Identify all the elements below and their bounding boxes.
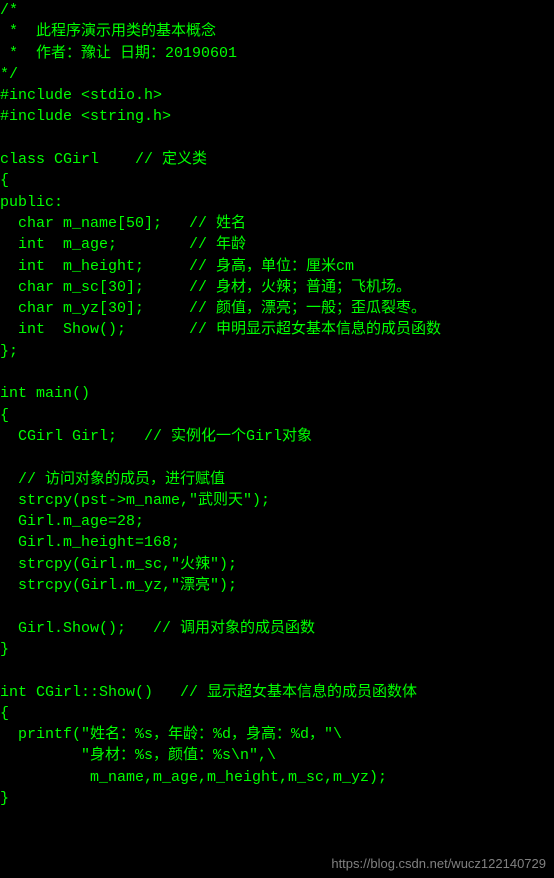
code-line: {: [0, 170, 554, 191]
code-line: [0, 362, 554, 383]
code-line: int m_age; // 年龄: [0, 234, 554, 255]
code-line: }: [0, 788, 554, 809]
code-line: {: [0, 703, 554, 724]
code-line: int main(): [0, 383, 554, 404]
code-line: m_name,m_age,m_height,m_sc,m_yz);: [0, 767, 554, 788]
code-line: * 作者：豫让 日期：20190601: [0, 43, 554, 64]
code-line: * 此程序演示用类的基本概念: [0, 21, 554, 42]
code-line: printf("姓名：%s，年龄：%d，身高：%d，"\: [0, 724, 554, 745]
code-line: Girl.m_age=28;: [0, 511, 554, 532]
code-line: #include <stdio.h>: [0, 85, 554, 106]
code-line: char m_sc[30]; // 身材，火辣；普通；飞机场。: [0, 277, 554, 298]
code-line: strcpy(Girl.m_yz,"漂亮");: [0, 575, 554, 596]
code-line: int CGirl::Show() // 显示超女基本信息的成员函数体: [0, 682, 554, 703]
code-line: Girl.m_height=168;: [0, 532, 554, 553]
code-line: // 访问对象的成员，进行赋值: [0, 469, 554, 490]
code-line: int m_height; // 身高，单位：厘米cm: [0, 256, 554, 277]
code-line: }: [0, 639, 554, 660]
code-line: [0, 128, 554, 149]
code-line: char m_yz[30]; // 颜值，漂亮；一般；歪瓜裂枣。: [0, 298, 554, 319]
code-line: "身材：%s，颜值：%s\n",\: [0, 745, 554, 766]
code-line: int Show(); // 申明显示超女基本信息的成员函数: [0, 319, 554, 340]
code-line: [0, 447, 554, 468]
code-line: public:: [0, 192, 554, 213]
code-line: strcpy(pst->m_name,"武则天");: [0, 490, 554, 511]
code-line: class CGirl // 定义类: [0, 149, 554, 170]
watermark-text: https://blog.csdn.net/wucz122140729: [331, 853, 546, 874]
code-block: /* * 此程序演示用类的基本概念 * 作者：豫让 日期：20190601*/#…: [0, 0, 554, 809]
code-line: [0, 660, 554, 681]
code-line: char m_name[50]; // 姓名: [0, 213, 554, 234]
code-line: CGirl Girl; // 实例化一个Girl对象: [0, 426, 554, 447]
code-line: /*: [0, 0, 554, 21]
code-line: #include <string.h>: [0, 106, 554, 127]
code-line: strcpy(Girl.m_sc,"火辣");: [0, 554, 554, 575]
code-line: [0, 596, 554, 617]
code-line: Girl.Show(); // 调用对象的成员函数: [0, 618, 554, 639]
code-line: {: [0, 405, 554, 426]
code-line: */: [0, 64, 554, 85]
code-line: };: [0, 341, 554, 362]
